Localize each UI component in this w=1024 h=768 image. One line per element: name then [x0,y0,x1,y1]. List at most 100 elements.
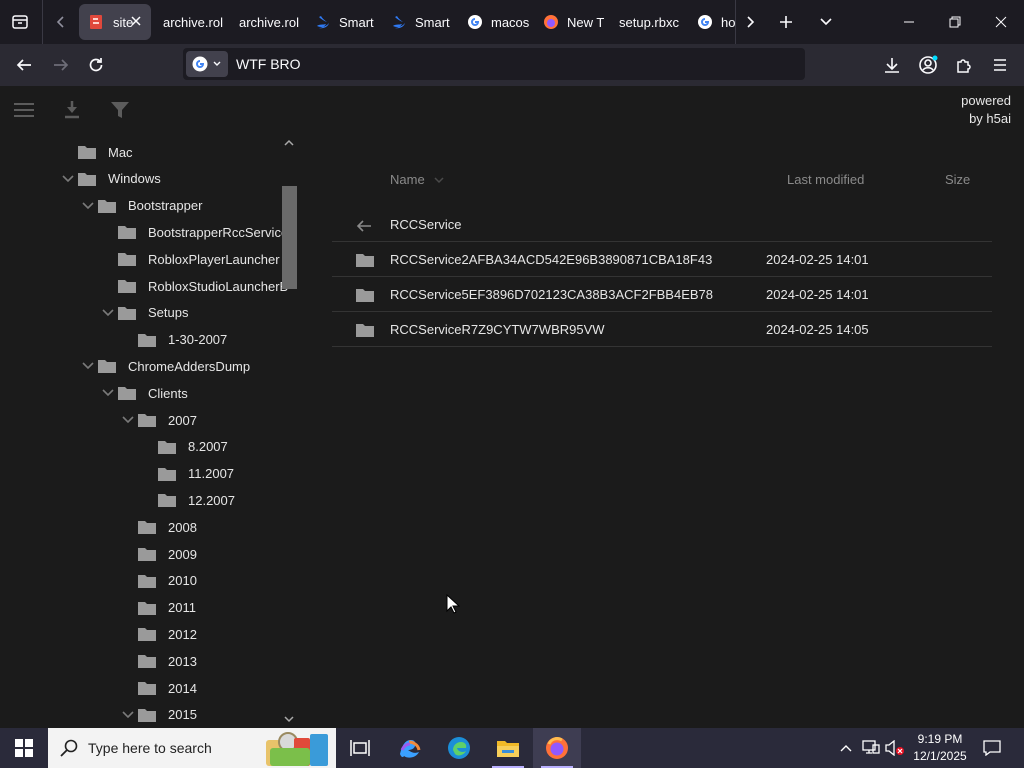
file-row[interactable]: RCCService5EF3896D702123CA38B3ACF2FBB4EB… [332,277,992,312]
tab-manager-button[interactable] [6,8,34,36]
tree-item[interactable]: 2015 [118,702,197,728]
tab-title: setup.rbxc [619,14,679,30]
parent-folder-row[interactable]: RCCService [332,207,992,242]
tree-item[interactable]: 2007 [118,407,197,433]
tree-item[interactable]: 2012 [118,621,197,647]
folder-icon [158,440,176,454]
tree-scroll-up-button[interactable] [282,136,296,148]
column-header-name[interactable]: Name [390,172,444,187]
tab-smart-1[interactable]: Smart [305,4,377,40]
tree-item[interactable]: 2013 [118,648,197,674]
tree-item[interactable]: 8.2007 [138,434,228,460]
list-all-tabs-button[interactable] [812,8,840,36]
column-label-name: Name [390,172,425,187]
address-bar[interactable]: WTF BRO [183,48,805,80]
file-explorer-icon [497,741,519,757]
restore-icon [949,16,961,28]
volume-button[interactable] [884,728,906,768]
restore-button[interactable] [932,0,978,44]
chevron-down-icon[interactable] [98,389,118,397]
tree-item[interactable]: 2009 [118,541,197,567]
taskbar-file-explorer[interactable] [484,728,532,768]
tree-item[interactable]: 2014 [118,675,197,701]
tab-how[interactable]: hov [687,4,735,40]
taskbar-edge[interactable] [435,728,483,768]
start-button[interactable] [0,728,48,768]
account-button[interactable] [913,50,943,80]
tree-item-label: 8.2007 [188,439,228,455]
task-view-button[interactable] [336,728,384,768]
file-row[interactable]: RCCServiceR7Z9CYTW7WBR95VW 2024-02-25 14… [332,312,992,347]
tree-item[interactable]: 2011 [118,595,196,621]
tree-item[interactable]: Windows [58,166,161,192]
tree-item[interactable]: Mac [58,139,133,165]
tab-setup[interactable]: setup.rbxc [609,4,685,40]
tree-item[interactable]: 2010 [118,568,197,594]
google-icon [698,15,712,29]
chevron-down-icon[interactable] [78,202,98,210]
tree-scrollbar-thumb[interactable] [282,186,297,289]
filter-button[interactable] [108,98,132,122]
chevron-down-icon[interactable] [78,362,98,370]
tab-new[interactable]: New T [533,4,605,40]
tree-item[interactable]: Setups [98,300,188,326]
tab-archive-1[interactable]: archive.rol [153,4,227,40]
network-status-button[interactable] [860,728,882,768]
tab-macos[interactable]: macos [457,4,529,40]
download-selection-button[interactable] [60,98,84,122]
taskbar-firefox[interactable] [533,728,581,768]
tree-item[interactable]: Bootstrapper [78,193,202,219]
extensions-button[interactable] [949,50,979,80]
file-row[interactable]: RCCService2AFBA34ACD542E96B3890871CBA18F… [332,242,992,277]
column-header-size[interactable]: Size [945,172,970,187]
search-highlight-illustration-icon [266,732,328,766]
close-window-button[interactable] [978,0,1024,44]
tree-item[interactable]: RobloxStudioLauncherB [98,273,288,299]
tree-item[interactable]: RobloxPlayerLauncher [98,246,280,272]
taskbar-copilot[interactable] [386,728,434,768]
sidebar-toggle-button[interactable] [12,98,36,122]
tree-item[interactable]: 1-30-2007 [118,327,227,353]
tree-item-label: Windows [108,171,161,187]
tab-smart-2[interactable]: Smart [381,4,453,40]
new-tab-button[interactable] [772,8,800,36]
search-icon [60,739,78,757]
tab-archive-2[interactable]: archive.rol [229,4,303,40]
taskbar: Type here to search 9:19 PM 12/1/2025 [0,728,1024,768]
tree-item[interactable]: 2008 [118,514,197,540]
show-hidden-icons-button[interactable] [834,728,858,768]
url-input-text[interactable]: WTF BRO [236,56,301,72]
search-engine-selector[interactable] [186,51,228,77]
chevron-down-icon[interactable] [98,309,118,317]
notification-icon [983,740,1001,756]
tree-item[interactable]: BootstrapperRccService [98,219,288,245]
reload-button[interactable] [81,50,111,80]
chevron-down-icon[interactable] [118,711,138,719]
back-button[interactable] [9,50,39,80]
tree-item-label: 1-30-2007 [168,332,228,348]
chevron-down-icon[interactable] [118,416,138,424]
forward-button[interactable] [46,50,76,80]
firefox-icon [544,15,558,29]
tab-active[interactable]: site [79,4,151,40]
folder-icon [78,146,96,159]
taskbar-clock[interactable]: 9:19 PM 12/1/2025 [906,731,974,765]
downloads-button[interactable] [877,50,907,80]
tree-item[interactable]: ChromeAddersDump [78,353,250,379]
minimize-button[interactable] [886,0,932,44]
close-tab-icon[interactable] [129,14,143,28]
folder-icon [356,289,374,302]
column-header-modified[interactable]: Last modified [787,172,864,187]
chevron-down-icon[interactable] [58,175,78,183]
tree-scroll-down-button[interactable] [282,713,296,725]
folder-icon [138,574,156,588]
tree-item[interactable]: 12.2007 [138,487,235,513]
tree-item-label: Bootstrapper [128,198,203,214]
app-menu-button[interactable] [985,50,1015,80]
scroll-tabs-left-button[interactable] [47,8,75,36]
scroll-tabs-right-button[interactable] [736,8,764,36]
taskbar-search-box[interactable]: Type here to search [48,728,336,768]
tree-item[interactable]: Clients [98,380,188,406]
tree-item[interactable]: 11.2007 [138,461,234,487]
notifications-button[interactable] [978,728,1006,768]
